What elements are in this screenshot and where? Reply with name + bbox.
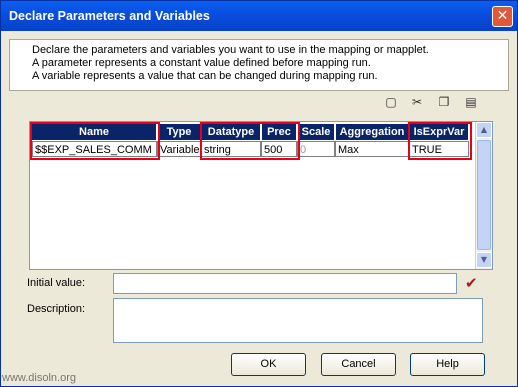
info-box: Declare the parameters and variables you… bbox=[9, 39, 509, 91]
ok-button[interactable]: OK bbox=[231, 353, 306, 376]
scroll-thumb[interactable] bbox=[477, 140, 491, 250]
dialog-window: Declare Parameters and Variables ✕ Decla… bbox=[0, 0, 518, 387]
cell-name[interactable]: $$EXP_SALES_COMM bbox=[32, 141, 157, 157]
variables-grid[interactable]: Name Type Datatype Prec Scale Aggregatio… bbox=[29, 121, 493, 270]
column-header-type[interactable]: Type bbox=[158, 124, 200, 140]
cut-icon[interactable]: ✂ bbox=[409, 95, 425, 109]
initial-value-input[interactable] bbox=[113, 273, 457, 294]
info-line-2: A parameter represents a constant value … bbox=[32, 57, 371, 69]
cell-type[interactable]: Variable bbox=[157, 141, 201, 157]
column-header-aggregation[interactable]: Aggregation bbox=[336, 124, 408, 140]
column-header-datatype[interactable]: Datatype bbox=[202, 124, 260, 140]
cell-prec[interactable]: 500 bbox=[261, 141, 297, 157]
cell-aggregation[interactable]: Max bbox=[335, 141, 409, 157]
column-header-scale[interactable]: Scale bbox=[298, 124, 334, 140]
description-textarea[interactable] bbox=[113, 298, 483, 343]
info-line-1: Declare the parameters and variables you… bbox=[32, 44, 429, 56]
close-button[interactable]: ✕ bbox=[492, 6, 513, 27]
window-title: Declare Parameters and Variables bbox=[9, 9, 210, 23]
help-button[interactable]: Help bbox=[410, 353, 485, 376]
close-icon: ✕ bbox=[496, 8, 509, 24]
column-header-isexprvar[interactable]: IsExprVar bbox=[410, 124, 468, 140]
scroll-up-icon[interactable]: ▲ bbox=[476, 122, 492, 138]
description-label: Description: bbox=[27, 303, 86, 315]
new-icon[interactable]: ▢ bbox=[383, 95, 399, 109]
cell-isexprvar[interactable]: TRUE bbox=[409, 141, 469, 157]
grid-scrollbar[interactable]: ▲ ▼ bbox=[475, 122, 492, 269]
initial-value-label: Initial value: bbox=[27, 277, 86, 289]
dialog-body: Declare the parameters and variables you… bbox=[5, 35, 513, 379]
cell-datatype[interactable]: string bbox=[201, 141, 261, 157]
watermark: www.disoln.org bbox=[2, 372, 76, 384]
paste-icon[interactable]: ▤ bbox=[463, 95, 479, 109]
scroll-down-icon[interactable]: ▼ bbox=[476, 252, 492, 268]
column-header-prec[interactable]: Prec bbox=[262, 124, 296, 140]
column-header-name[interactable]: Name bbox=[32, 124, 156, 140]
title-bar[interactable]: Declare Parameters and Variables ✕ bbox=[1, 1, 517, 31]
cancel-button[interactable]: Cancel bbox=[321, 353, 396, 376]
info-line-3: A variable represents a value that can b… bbox=[32, 70, 378, 82]
cell-scale: 0 bbox=[297, 141, 335, 157]
copy-icon[interactable]: ❐ bbox=[436, 95, 452, 109]
validate-check-icon[interactable]: ✔ bbox=[465, 274, 478, 292]
